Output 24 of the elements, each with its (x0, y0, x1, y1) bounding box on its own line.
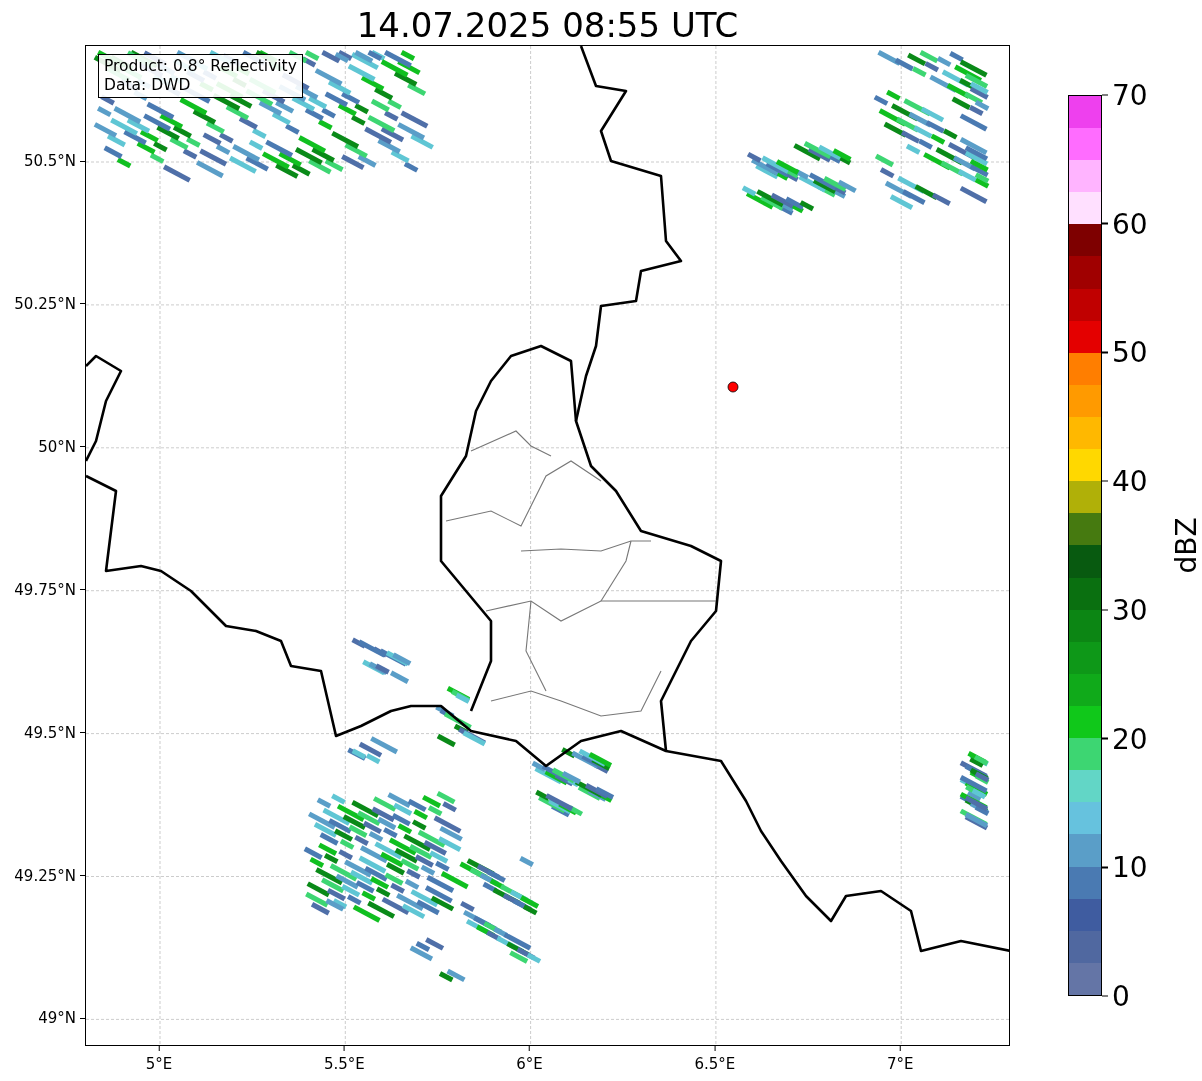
latitude-label: 49.5°N (23, 723, 85, 742)
colorbar-label: dBZ (1169, 517, 1202, 574)
colorbar-tick-label: 60 (1102, 207, 1148, 241)
longitude-label: 7°E (886, 1046, 914, 1073)
latitude-label: 50°N (38, 437, 85, 456)
longitude-label: 6°E (516, 1046, 543, 1073)
latitude-label: 50.25°N (14, 294, 85, 313)
colorbar-tick-label: 50 (1102, 335, 1148, 369)
colorbar-tick-label: 20 (1102, 722, 1148, 756)
longitude-label: 5.5°E (323, 1046, 365, 1073)
longitude-label: 5°E (145, 1046, 173, 1073)
info-text: Data: DWD (104, 76, 192, 95)
latitude-label: 49.25°N (14, 866, 85, 885)
chart-title: 14.07.2025 08:55 UTC (356, 5, 739, 45)
longitude-label: 6.5°E (694, 1046, 736, 1073)
colorbar-tick-label: 40 (1102, 464, 1148, 498)
latitude-label: 50.5°N (23, 152, 85, 170)
latitude-label: 49°N (38, 1009, 85, 1028)
colorbar-tick-label: 0 (1102, 979, 1130, 1013)
colorbar-tick-label: 10 (1102, 850, 1148, 884)
latitude-label: 49.75°N (14, 580, 85, 599)
info-text: Product: 0.8° Reflectivity (104, 57, 297, 76)
colorbar-tick-label: 70 (1102, 78, 1148, 112)
colorbar-tick-label: 30 (1102, 593, 1148, 627)
